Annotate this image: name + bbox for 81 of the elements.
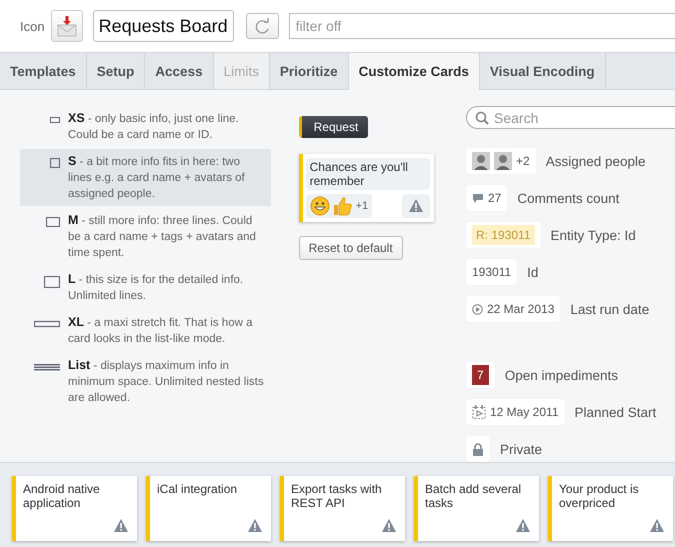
card-title: Batch add several tasks	[425, 482, 522, 510]
card-size-option[interactable]: L - this size is for the detailed info. Unlimited lines.	[20, 267, 271, 308]
card-size-option[interactable]: XL - a maxi stretch fit. That is how a card looks in the list-like mode.	[20, 310, 271, 351]
field-label: Last run date	[570, 302, 650, 316]
icon-label: Icon	[20, 18, 45, 34]
field-label: Id	[527, 264, 538, 280]
refresh-button[interactable]	[246, 13, 279, 39]
field-value: R: 193011	[472, 225, 534, 245]
field-label: Open impediments	[504, 368, 618, 382]
card[interactable]: Your product is overpriced	[548, 476, 673, 541]
size-description: L - this size is for the detailed info. Unlimited lines.	[68, 271, 244, 304]
impediments-count: 7	[472, 365, 489, 385]
size-description: S - a bit more info fits in here: two lines e.g. a card name + avatars of assigned people.	[68, 153, 246, 202]
id-chip[interactable]: 193011	[466, 259, 518, 285]
search-box[interactable]: Search	[466, 106, 675, 129]
avatar-icon	[494, 152, 512, 170]
envelope-icon	[56, 16, 78, 36]
comment-icon	[472, 192, 484, 204]
size-icon	[50, 115, 60, 125]
field-label: Entity Type: Id	[550, 228, 636, 242]
card[interactable]: Android native application	[12, 476, 137, 541]
card-size-option[interactable]: List - displays maximum info in minimum space. Unlimited nested lists are allowed.	[20, 353, 271, 410]
warning-icon	[649, 518, 665, 533]
card-size-option[interactable]: XS - only basic info, just one line. Could be a card name or ID.	[20, 106, 271, 147]
field-label: Assigned people	[546, 154, 646, 168]
warning-icon	[515, 518, 531, 533]
impediments-chip[interactable]: 7	[466, 362, 495, 388]
assigned-people-chip[interactable]: +2	[466, 148, 536, 174]
card-title: iCal integration	[157, 482, 238, 496]
refresh-icon	[254, 18, 270, 34]
warning-icon	[408, 198, 424, 213]
thumbs-up-icon	[332, 196, 353, 216]
field-value: 193011	[472, 265, 512, 279]
field-value: 12 May 2011	[490, 405, 558, 419]
reaction-count: +1	[356, 200, 368, 212]
tab[interactable]: Visual Encoding	[480, 53, 606, 89]
size-icon	[44, 276, 60, 288]
avatar-icon	[472, 152, 490, 170]
search-icon	[475, 110, 489, 124]
filter-field[interactable]: filter off	[288, 13, 675, 39]
size-description: M - still more info: three lines. Could be a card name + tags + avatars and time spent.	[68, 212, 257, 261]
run-date-chip[interactable]: 22 Mar 2013	[466, 296, 560, 322]
field-value: 22 Mar 2013	[487, 302, 554, 316]
size-description: XS - only basic info, just one line. Could be a card name or ID.	[68, 110, 240, 143]
size-icon	[34, 319, 60, 329]
play-icon	[472, 304, 483, 314]
size-icon	[50, 158, 60, 168]
size-description: XL - a maxi stretch fit. That is how a card looks in the list-like mode.	[68, 314, 254, 347]
card[interactable]: iCal integration	[146, 476, 271, 541]
card[interactable]: Batch add several tasks	[414, 476, 539, 541]
icon-picker-button[interactable]	[50, 10, 83, 42]
card-title: Export tasks with REST API	[291, 482, 383, 510]
tab[interactable]: Setup	[86, 53, 146, 89]
board-name-field[interactable]: Requests Board	[92, 10, 234, 42]
card-size-option[interactable]: M - still more info: three lines. Could be a card name + tags + avatars and time spent.	[20, 208, 271, 265]
tab[interactable]: Customize Cards	[348, 53, 480, 90]
comments-chip[interactable]: 27	[466, 185, 508, 211]
card-title: Your product is overpriced	[559, 482, 640, 510]
lock-icon	[472, 442, 484, 456]
size-icon	[34, 362, 60, 372]
warning-icon	[381, 518, 397, 533]
field-value: 27	[488, 191, 502, 205]
field-value: +2	[516, 154, 530, 168]
card-size-option[interactable]: S - a bit more info fits in here: two lines e.g. a card name + avatars of assigned people.	[20, 149, 271, 206]
field-label: Private	[500, 442, 542, 456]
reset-button[interactable]: Reset to default	[298, 236, 403, 260]
calendar-icon	[472, 405, 486, 419]
card-title: Chances are you'll remember	[306, 158, 430, 190]
private-chip[interactable]	[466, 436, 490, 462]
field-label: Planned Start	[574, 404, 656, 420]
planned-start-chip[interactable]: 12 May 2011	[466, 399, 564, 425]
size-description: List - displays maximum info in minimum space. Unlimited nested lists are allowed.	[68, 357, 265, 406]
warning-icon	[247, 518, 263, 533]
card-title: Android native application	[23, 482, 101, 510]
size-icon	[46, 217, 60, 227]
warning-icon	[113, 518, 129, 533]
field-label: Comments count	[517, 190, 620, 206]
card[interactable]: Export tasks with REST API	[280, 476, 405, 541]
card-type-badge: Request	[298, 116, 368, 138]
smiley-icon	[310, 196, 330, 216]
tab[interactable]: Templates	[0, 53, 87, 89]
